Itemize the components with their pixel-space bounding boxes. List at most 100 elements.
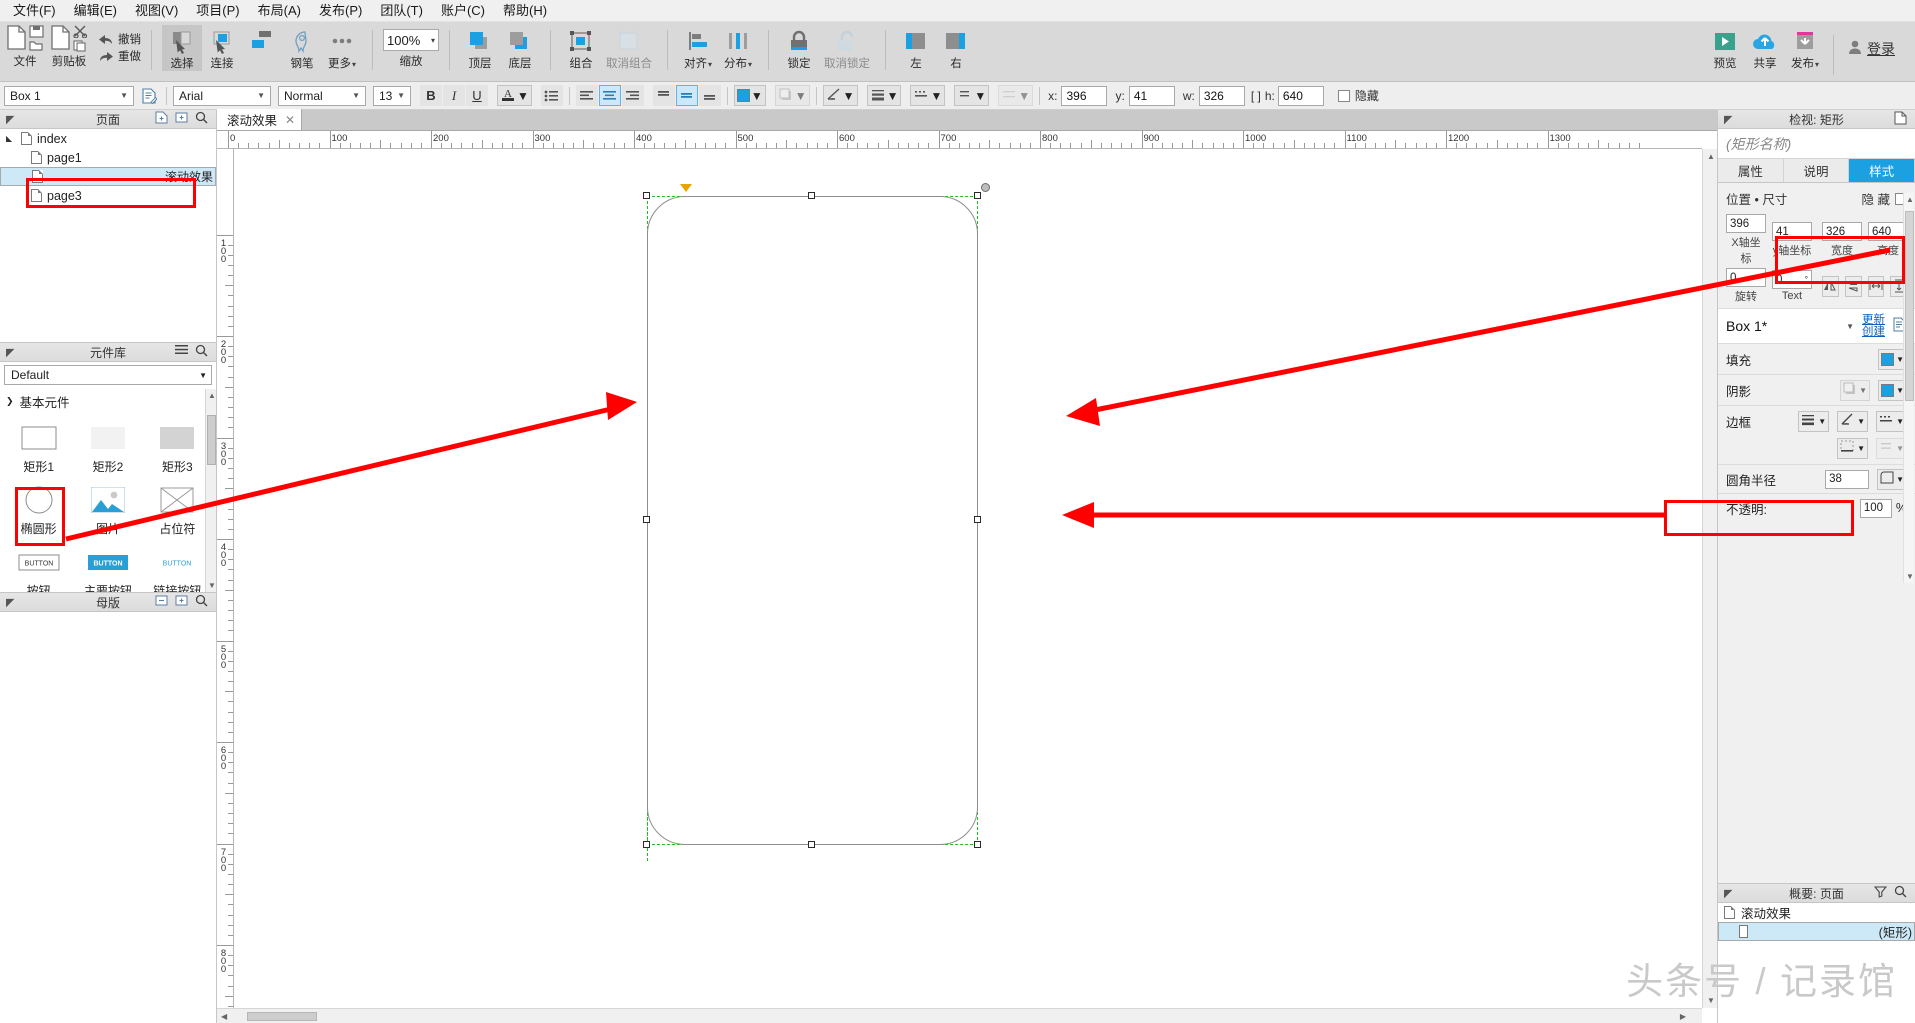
valign-bottom-button[interactable] [698, 85, 721, 106]
line-color-picker[interactable]: ▼ [822, 85, 858, 106]
align-right-button[interactable] [621, 85, 644, 106]
update-style-link[interactable]: 更新 [1862, 314, 1885, 326]
menu-item-publish[interactable]: 发布(P) [310, 1, 371, 21]
chevron-down-icon[interactable]: ▼ [254, 91, 268, 100]
chevron-down-icon[interactable]: ▼ [1859, 386, 1867, 395]
rectangle-widget[interactable] [646, 195, 978, 846]
widget-item-ellipse[interactable]: 椭圆形 [4, 477, 73, 539]
expander-icon[interactable]: ◣ [6, 134, 16, 143]
page-tree-item-index[interactable]: ◣ index [0, 129, 216, 148]
inspector-w-input[interactable]: 326 [1822, 222, 1862, 241]
border-color-button[interactable]: ▼ [1837, 410, 1869, 432]
valign-top-button[interactable] [652, 85, 675, 106]
resize-handle[interactable] [642, 516, 650, 524]
chevron-down-icon[interactable]: ▼ [974, 89, 986, 103]
chevron-down-icon[interactable]: ▼ [1857, 444, 1865, 453]
send-to-back-button[interactable]: 底层 [500, 25, 540, 71]
distribute-horizontal-button[interactable] [1867, 275, 1885, 297]
collapse-icon[interactable]: ◤ [1718, 113, 1732, 126]
y-input[interactable]: 41 [1128, 85, 1175, 106]
scroll-right-icon[interactable]: ▶ [1680, 1012, 1686, 1021]
page-note-icon[interactable] [1894, 111, 1907, 128]
chevron-down-icon[interactable]: ▼ [517, 89, 529, 103]
inspector-scrollbar[interactable]: ▲ ▼ [1903, 193, 1914, 583]
widget-scrollbar[interactable]: ▲ ▼ [205, 389, 216, 592]
create-style-link[interactable]: 创建 [1862, 326, 1885, 338]
menu-item-edit[interactable]: 编辑(E) [65, 1, 126, 21]
menu-item-help[interactable]: 帮助(H) [494, 1, 556, 21]
pen-tool-button[interactable]: 连接 [242, 25, 282, 71]
resize-handle[interactable] [808, 191, 816, 199]
shadow-style-button[interactable]: ▼ [1840, 379, 1871, 401]
resize-handle[interactable] [642, 841, 650, 849]
unlock-button[interactable]: 取消锁定 [819, 25, 875, 71]
add-master-folder-icon[interactable] [175, 594, 188, 610]
scroll-down-icon[interactable]: ▼ [208, 581, 216, 590]
zoom-combobox[interactable]: 100% ▾ [383, 29, 439, 51]
outline-row-page[interactable]: 滚动效果 [1718, 903, 1915, 922]
more-tools-button[interactable]: 更多▾ [322, 25, 362, 71]
resize-handle[interactable] [973, 516, 981, 524]
add-master-icon[interactable] [155, 594, 168, 610]
rotate-handle[interactable] [980, 182, 990, 192]
align-button[interactable]: 对齐▾ [678, 25, 718, 71]
scroll-down-icon[interactable]: ▼ [1707, 996, 1715, 1005]
undo-button[interactable]: 撤销 [98, 31, 141, 47]
tab-style[interactable]: 样式 [1849, 159, 1915, 182]
bullet-list-button[interactable] [540, 85, 563, 106]
resize-handle[interactable] [642, 191, 650, 199]
bring-to-front-button[interactable]: 顶层 [460, 25, 500, 71]
resize-handle[interactable] [808, 841, 816, 849]
ungroup-button[interactable]: 取消组合 [601, 25, 657, 71]
chevron-down-icon[interactable]: ▼ [751, 89, 763, 103]
x-input[interactable]: 396 [1061, 85, 1108, 106]
underline-button[interactable]: U [466, 85, 488, 106]
font-color-picker[interactable]: A ▼ [497, 85, 532, 106]
menu-item-layout[interactable]: 布局(A) [249, 1, 310, 21]
library-section-basic[interactable]: ❯ 基本元件 [0, 388, 216, 413]
chevron-down-icon[interactable]: ▼ [1857, 417, 1865, 426]
scroll-left-icon[interactable]: ◀ [221, 1012, 227, 1021]
chevron-down-icon[interactable]: ▼ [795, 89, 807, 103]
menu-item-file[interactable]: 文件(F) [4, 1, 65, 21]
chevron-down-icon[interactable]: ▼ [349, 91, 363, 100]
menu-item-team[interactable]: 团队(T) [371, 1, 432, 21]
inspector-text-rotate-input[interactable]: 0 ° [1772, 270, 1812, 289]
search-icon[interactable] [195, 344, 208, 360]
chevron-down-icon[interactable]: ▼ [117, 91, 131, 100]
share-button[interactable]: 共享 [1745, 25, 1785, 71]
scroll-up-icon[interactable]: ▲ [208, 391, 216, 400]
page-tab-scroll-effect[interactable]: 滚动效果 ✕ [217, 109, 303, 130]
widget-item-rect2[interactable]: 矩形2 [73, 415, 142, 477]
italic-button[interactable]: I [443, 85, 465, 106]
line-dash-picker[interactable]: ▼ [910, 85, 946, 106]
scroll-down-icon[interactable]: ▼ [1906, 572, 1914, 581]
border-visibility-button[interactable]: ▼ [1837, 437, 1869, 459]
scroll-up-icon[interactable]: ▲ [1707, 152, 1715, 161]
design-canvas[interactable] [234, 149, 1702, 1008]
connect-tool-button[interactable]: 连接 [202, 25, 242, 71]
save-open-icons[interactable] [29, 25, 44, 52]
horizontal-ruler[interactable]: 0 100 200 300 400 500 600 700 800 900 1000 1100 1200… [217, 131, 1702, 149]
menu-item-project[interactable]: 项目(P) [187, 1, 248, 21]
inspector-h-input[interactable]: 640 [1868, 222, 1908, 241]
corner-radius-input[interactable]: 38 [1825, 469, 1870, 489]
add-page-icon[interactable] [155, 111, 168, 127]
collapse-icon[interactable]: ◤ [1718, 887, 1732, 900]
left-pane-button[interactable]: 左 [896, 25, 936, 71]
menu-item-view[interactable]: 视图(V) [126, 1, 187, 21]
new-file-icon[interactable] [6, 25, 27, 54]
align-center-button[interactable] [598, 85, 621, 106]
tab-properties[interactable]: 属性 [1718, 159, 1784, 182]
chevron-down-icon[interactable]: ▾ [431, 36, 435, 45]
edit-style-icon[interactable] [138, 85, 160, 106]
paste-icon[interactable] [50, 25, 71, 54]
scroll-up-icon[interactable]: ▲ [1906, 195, 1914, 204]
close-icon[interactable]: ✕ [285, 113, 295, 127]
right-pane-button[interactable]: 右 [936, 25, 976, 71]
publish-button[interactable]: 发布▾ [1785, 25, 1825, 71]
filter-icon[interactable] [1873, 885, 1888, 901]
pen-button[interactable]: 钢笔 [282, 25, 322, 71]
zoom-control[interactable]: 100% ▾ 缩放 [383, 25, 439, 69]
chevron-down-icon[interactable]: ❯ [6, 396, 14, 407]
